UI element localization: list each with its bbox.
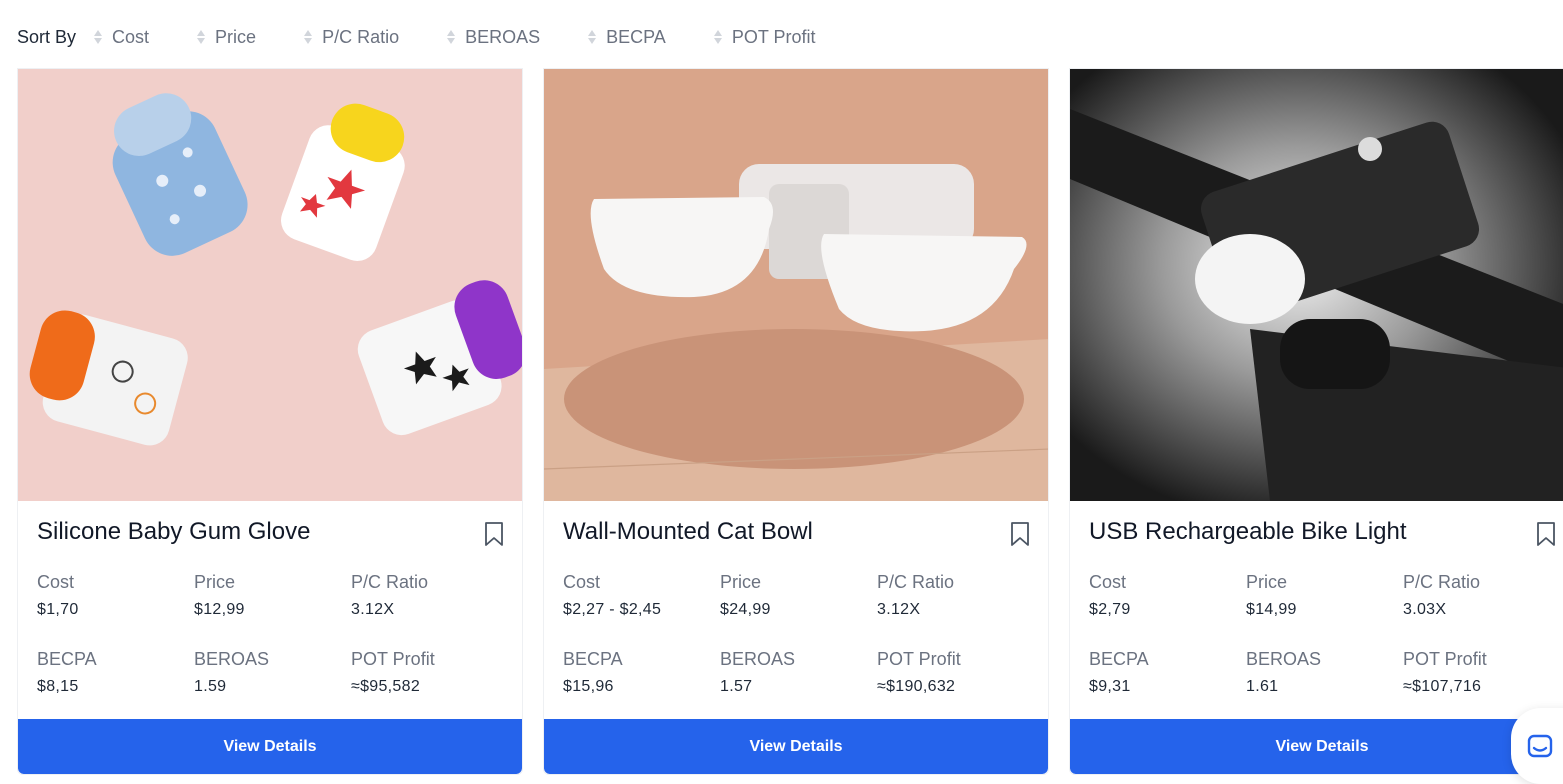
sort-label: Sort By [17, 26, 77, 47]
product-card: Silicone Baby Gum Glove Cost $1,70 Price… [17, 68, 523, 775]
sort-arrows-icon [588, 30, 597, 44]
sort-option-label: BEROAS [465, 26, 541, 47]
metric-value: $24,99 [720, 601, 771, 618]
metric-cost: Cost $2,27 - $2,45 [563, 572, 661, 619]
metric-value: 3.03X [1403, 601, 1447, 618]
metric-label: BECPA [563, 649, 623, 669]
sort-option-pc-ratio[interactable]: P/C Ratio [304, 27, 399, 48]
metric-value: ≈$190,632 [877, 678, 956, 695]
metric-value: 1.61 [1246, 678, 1279, 695]
metric-value: $8,15 [37, 678, 79, 695]
sort-option-label: POT Profit [731, 26, 816, 47]
product-image[interactable] [1070, 69, 1563, 501]
product-image[interactable] [544, 69, 1048, 501]
metric-value: $14,99 [1246, 601, 1297, 618]
view-details-button[interactable]: View Details [1070, 719, 1563, 774]
metric-pot-profit: POT Profit ≈$107,716 [1403, 649, 1487, 696]
metric-cost: Cost $2,79 [1089, 572, 1131, 619]
view-details-button[interactable]: View Details [18, 719, 522, 774]
bookmark-icon[interactable] [1010, 521, 1030, 547]
sort-option-label: BECPA [606, 26, 666, 47]
metric-value: $9,31 [1089, 678, 1131, 695]
product-card: USB Rechargeable Bike Light Cost $2,79 P… [1069, 68, 1563, 775]
metric-label: Price [1246, 572, 1288, 592]
metric-label: BECPA [37, 649, 97, 669]
sort-bar: Sort By Cost Price P/C Ratio BEROAS BECP… [17, 24, 864, 50]
chat-launcher[interactable] [1511, 708, 1563, 784]
metric-label: BEROAS [1246, 649, 1322, 669]
metric-pot-profit: POT Profit ≈$190,632 [877, 649, 961, 696]
sort-option-cost[interactable]: Cost [94, 27, 149, 48]
sort-arrows-icon [304, 30, 313, 44]
metric-value: $15,96 [563, 678, 614, 695]
metric-value: 1.57 [720, 678, 753, 695]
metric-becpa: BECPA $9,31 [1089, 649, 1149, 696]
metric-label: Cost [37, 572, 75, 592]
chat-icon [1527, 734, 1553, 758]
metric-value: $2,27 - $2,45 [563, 601, 662, 618]
metric-value: $12,99 [194, 601, 245, 618]
sort-option-pot-profit[interactable]: POT Profit [713, 26, 816, 48]
metric-label: POT Profit [351, 649, 435, 669]
metric-beroas: BEROAS 1.57 [720, 649, 795, 696]
metric-pc-ratio: P/C Ratio 3.03X [1403, 572, 1480, 619]
metric-label: Price [720, 572, 762, 592]
metric-pc-ratio: P/C Ratio 3.12X [877, 572, 954, 619]
sort-option-beroas[interactable]: BEROAS [447, 27, 540, 48]
sort-arrows-icon [713, 30, 722, 44]
metric-value: 1.59 [194, 678, 227, 695]
metric-pc-ratio: P/C Ratio 3.12X [351, 572, 428, 619]
metric-label: P/C Ratio [351, 572, 429, 592]
metric-cost: Cost $1,70 [37, 572, 79, 619]
metric-label: BEROAS [720, 649, 796, 669]
product-card: Wall-Mounted Cat Bowl Cost $2,27 - $2,45… [543, 68, 1049, 775]
product-title[interactable]: Silicone Baby Gum Glove [37, 518, 310, 546]
metric-value: 3.12X [351, 601, 395, 618]
metric-label: POT Profit [1403, 649, 1487, 669]
metric-label: POT Profit [877, 649, 961, 669]
metric-price: Price $14,99 [1246, 572, 1297, 619]
metric-becpa: BECPA $8,15 [37, 649, 97, 696]
view-details-button[interactable]: View Details [544, 719, 1048, 774]
metric-label: BEROAS [194, 649, 270, 669]
bookmark-icon[interactable] [1536, 521, 1556, 547]
sort-arrows-icon [447, 30, 456, 44]
metric-label: Cost [1089, 572, 1127, 592]
sort-option-price[interactable]: Price [197, 27, 256, 48]
metric-price: Price $12,99 [194, 572, 245, 619]
metric-beroas: BEROAS 1.61 [1246, 649, 1321, 696]
sort-option-becpa[interactable]: BECPA [588, 27, 666, 48]
metric-value: $2,79 [1089, 601, 1131, 618]
metric-label: Cost [563, 572, 601, 592]
product-title[interactable]: Wall-Mounted Cat Bowl [563, 518, 813, 546]
product-image[interactable] [18, 69, 522, 501]
metric-value: ≈$95,582 [351, 678, 421, 695]
sort-option-label: Price [215, 26, 257, 47]
sort-arrows-icon [94, 30, 103, 44]
metric-value: ≈$107,716 [1403, 678, 1482, 695]
sort-option-label: P/C Ratio [322, 26, 400, 47]
metric-label: Price [194, 572, 236, 592]
sort-arrows-icon [197, 30, 206, 44]
metric-value: 3.12X [877, 601, 921, 618]
sort-option-label: Cost [112, 26, 150, 47]
bookmark-icon[interactable] [484, 521, 504, 547]
metric-label: P/C Ratio [877, 572, 955, 592]
metric-label: BECPA [1089, 649, 1149, 669]
metric-beroas: BEROAS 1.59 [194, 649, 269, 696]
metric-becpa: BECPA $15,96 [563, 649, 623, 696]
metric-price: Price $24,99 [720, 572, 771, 619]
metric-label: P/C Ratio [1403, 572, 1481, 592]
metric-value: $1,70 [37, 601, 79, 618]
metric-pot-profit: POT Profit ≈$95,582 [351, 649, 435, 696]
product-title[interactable]: USB Rechargeable Bike Light [1089, 518, 1407, 546]
